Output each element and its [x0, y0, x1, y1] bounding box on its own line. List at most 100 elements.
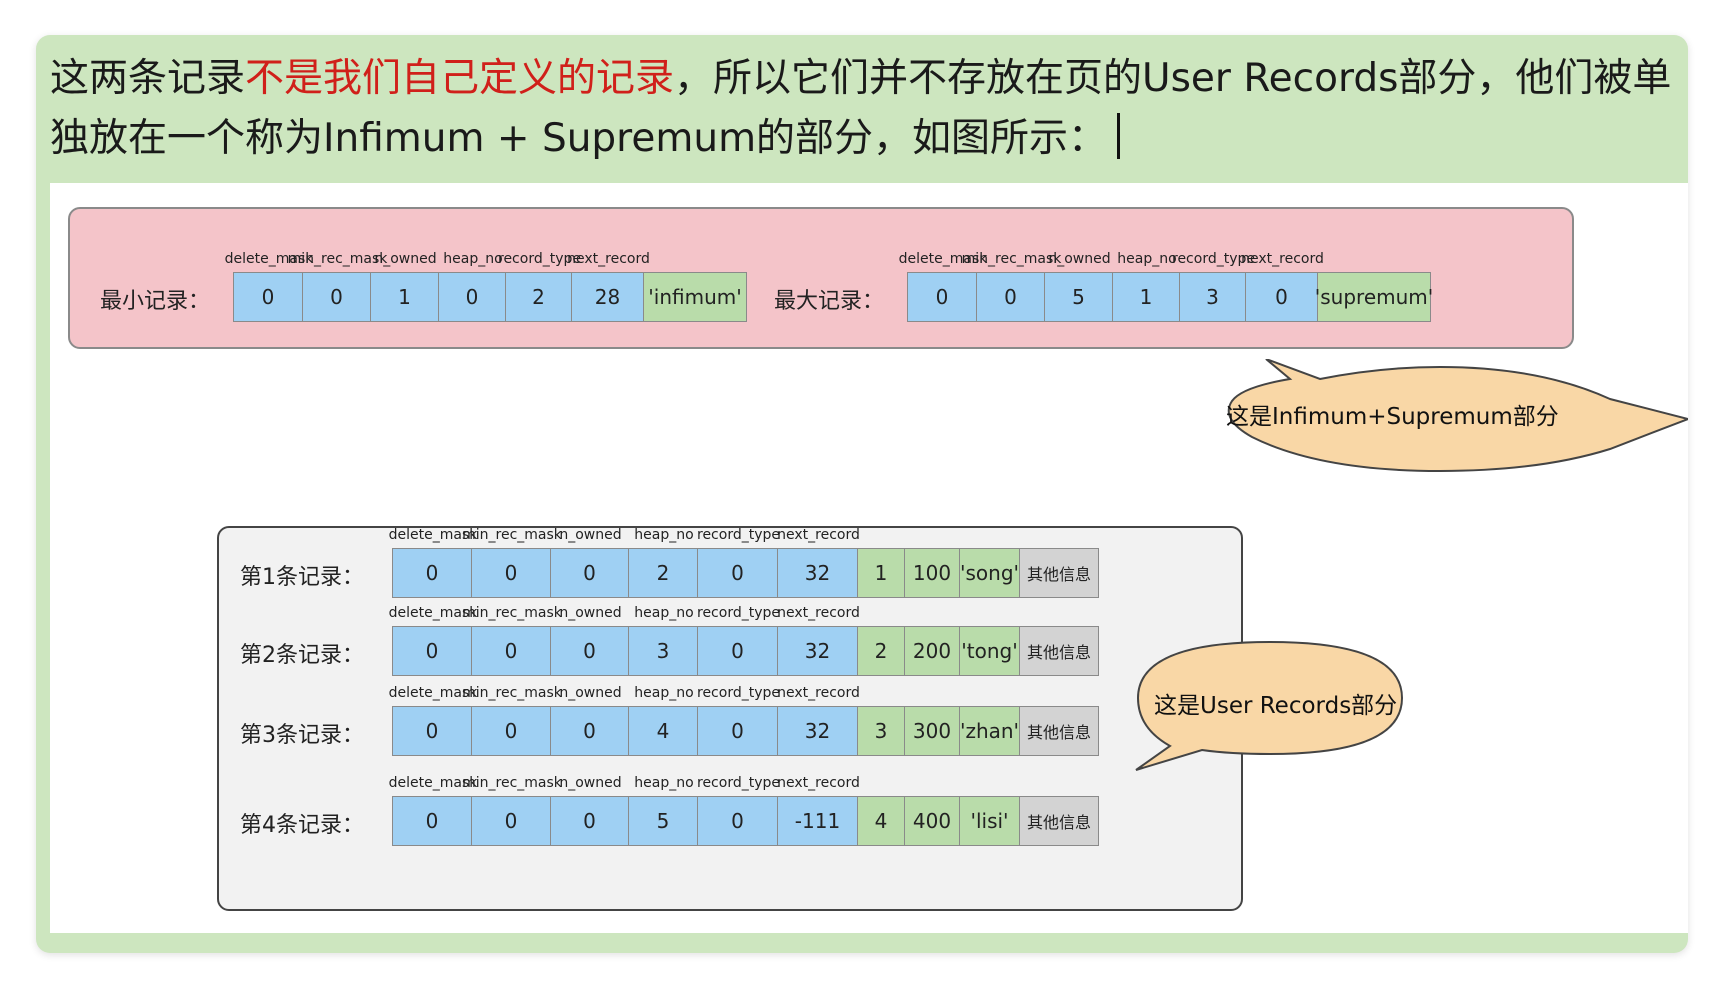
column-header-next-record: next_record — [567, 251, 650, 267]
field-next-record: 32 — [777, 626, 858, 676]
slide-frame: 这两条记录不是我们自己定义的记录，所以它们并不存放在页的User Records… — [36, 35, 1688, 953]
user-column-name: 'zhan' — [959, 706, 1020, 756]
callout-infimum-supremum-text: 这是Infimum+Supremum部分 — [1226, 404, 1559, 430]
other-info: 其他信息 — [1019, 548, 1099, 598]
column-header-next-record: next_record — [777, 775, 860, 791]
other-info: 其他信息 — [1019, 706, 1099, 756]
field-heap-no: 1 — [1112, 272, 1180, 322]
user-column-id: 4 — [857, 796, 905, 846]
column-header-heap-no: heap_no — [634, 775, 694, 791]
column-header-n-owned: n_owned — [559, 527, 622, 543]
top-record-label: 最大记录： — [774, 289, 885, 314]
field-record-type: 3 — [1179, 272, 1246, 322]
user-record-row: 0 0 0 3 0 32 2 200'tong' 其他信息 — [392, 626, 1099, 676]
field-heap-no: 4 — [628, 706, 698, 756]
column-header-n-owned: n_owned — [559, 775, 622, 791]
field-delete-mask: 0 — [907, 272, 977, 322]
field-min-rec-mask: 0 — [976, 272, 1045, 322]
column-header-heap-no: heap_no — [634, 605, 694, 621]
field-record-type: 2 — [505, 272, 572, 322]
field-delete-mask: 0 — [392, 548, 472, 598]
user-record-row: 0 0 0 4 0 32 3 300'zhan' 其他信息 — [392, 706, 1099, 756]
field-min-rec-mask: 0 — [471, 706, 551, 756]
field-n-owned: 1 — [370, 272, 439, 322]
intro-highlight: 不是我们自己定义的记录 — [245, 56, 675, 101]
field-min-rec-mask: 0 — [302, 272, 371, 322]
column-header-heap-no: heap_no — [443, 251, 503, 267]
user-record-row: 0 0 0 2 0 32 1 100'song' 其他信息 — [392, 548, 1099, 598]
user-record-row: 0 0 0 5 0 -111 4 400'lisi' 其他信息 — [392, 796, 1099, 846]
field-record-type: 0 — [697, 626, 778, 676]
column-header-min-rec-mask: min_rec_mask — [462, 685, 562, 701]
field-n-owned: 0 — [550, 548, 629, 598]
other-info: 其他信息 — [1019, 796, 1099, 846]
field-next-record: 28 — [571, 272, 644, 322]
column-header-n-owned: n_owned — [559, 685, 622, 701]
field-n-owned: 0 — [550, 706, 629, 756]
user-column-value: 400 — [904, 796, 960, 846]
user-column-name: 'tong' — [959, 626, 1020, 676]
intro-part-1: 这两条记录 — [50, 56, 246, 101]
user-column-value: 100 — [904, 548, 960, 598]
column-header-next-record: next_record — [1241, 251, 1324, 267]
field-next-record: 32 — [777, 548, 858, 598]
column-header-heap-no: heap_no — [634, 685, 694, 701]
field-next-record: 32 — [777, 706, 858, 756]
user-record-label: 第2条记录： — [240, 643, 364, 668]
column-header-next-record: next_record — [777, 605, 860, 621]
top-record-row: 0 0 5 1 3 0'supremum' — [907, 272, 1433, 322]
record-tag: 'supremum' — [1315, 272, 1433, 322]
column-header-n-owned: n_owned — [1048, 251, 1111, 267]
field-n-owned: 0 — [550, 626, 629, 676]
field-n-owned: 5 — [1044, 272, 1113, 322]
column-header-next-record: next_record — [777, 527, 860, 543]
field-min-rec-mask: 0 — [471, 548, 551, 598]
field-delete-mask: 0 — [392, 706, 472, 756]
column-header-min-rec-mask: min_rec_mask — [462, 775, 562, 791]
column-header-min-rec-mask: min_rec_mask — [462, 605, 562, 621]
user-column-id: 3 — [857, 706, 905, 756]
field-heap-no: 0 — [438, 272, 506, 322]
field-record-type: 0 — [697, 548, 778, 598]
column-header-n-owned: n_owned — [559, 605, 622, 621]
user-column-id: 1 — [857, 548, 905, 598]
column-header-record-type: record_type — [697, 605, 780, 621]
callout-user-records-text: 这是User Records部分 — [1154, 693, 1398, 719]
column-header-min-rec-mask: min_rec_mask — [961, 251, 1062, 267]
column-header-record-type: record_type — [697, 775, 780, 791]
column-header-min-rec-mask: min_rec_mask — [462, 527, 562, 543]
column-header-next-record: next_record — [777, 685, 860, 701]
column-header-heap-no: heap_no — [1117, 251, 1177, 267]
field-min-rec-mask: 0 — [471, 796, 551, 846]
user-record-label: 第3条记录： — [240, 723, 364, 748]
column-header-heap-no: heap_no — [634, 527, 694, 543]
field-heap-no: 5 — [628, 796, 698, 846]
field-delete-mask: 0 — [233, 272, 303, 322]
user-column-value: 200 — [904, 626, 960, 676]
top-record-label: 最小记录： — [100, 289, 211, 314]
column-header-record-type: record_type — [697, 527, 780, 543]
field-delete-mask: 0 — [392, 796, 472, 846]
field-next-record: -111 — [777, 796, 858, 846]
user-column-value: 300 — [904, 706, 960, 756]
field-heap-no: 3 — [628, 626, 698, 676]
record-tag: 'infimum' — [643, 272, 747, 322]
field-record-type: 0 — [697, 796, 778, 846]
column-header-min-rec-mask: min_rec_mask — [287, 251, 388, 267]
user-column-name: 'lisi' — [959, 796, 1020, 846]
user-column-id: 2 — [857, 626, 905, 676]
user-column-name: 'song' — [959, 548, 1020, 598]
field-min-rec-mask: 0 — [471, 626, 551, 676]
top-record-row: 0 0 1 0 2 28'infimum' — [233, 272, 747, 322]
text-cursor — [1117, 113, 1121, 159]
field-delete-mask: 0 — [392, 626, 472, 676]
field-next-record: 0 — [1245, 272, 1318, 322]
user-record-label: 第1条记录： — [240, 565, 364, 590]
column-header-record-type: record_type — [697, 685, 780, 701]
column-header-n-owned: n_owned — [374, 251, 437, 267]
user-record-label: 第4条记录： — [240, 813, 364, 838]
intro-text: 这两条记录不是我们自己定义的记录，所以它们并不存放在页的User Records… — [36, 35, 1688, 183]
field-record-type: 0 — [697, 706, 778, 756]
field-heap-no: 2 — [628, 548, 698, 598]
field-n-owned: 0 — [550, 796, 629, 846]
